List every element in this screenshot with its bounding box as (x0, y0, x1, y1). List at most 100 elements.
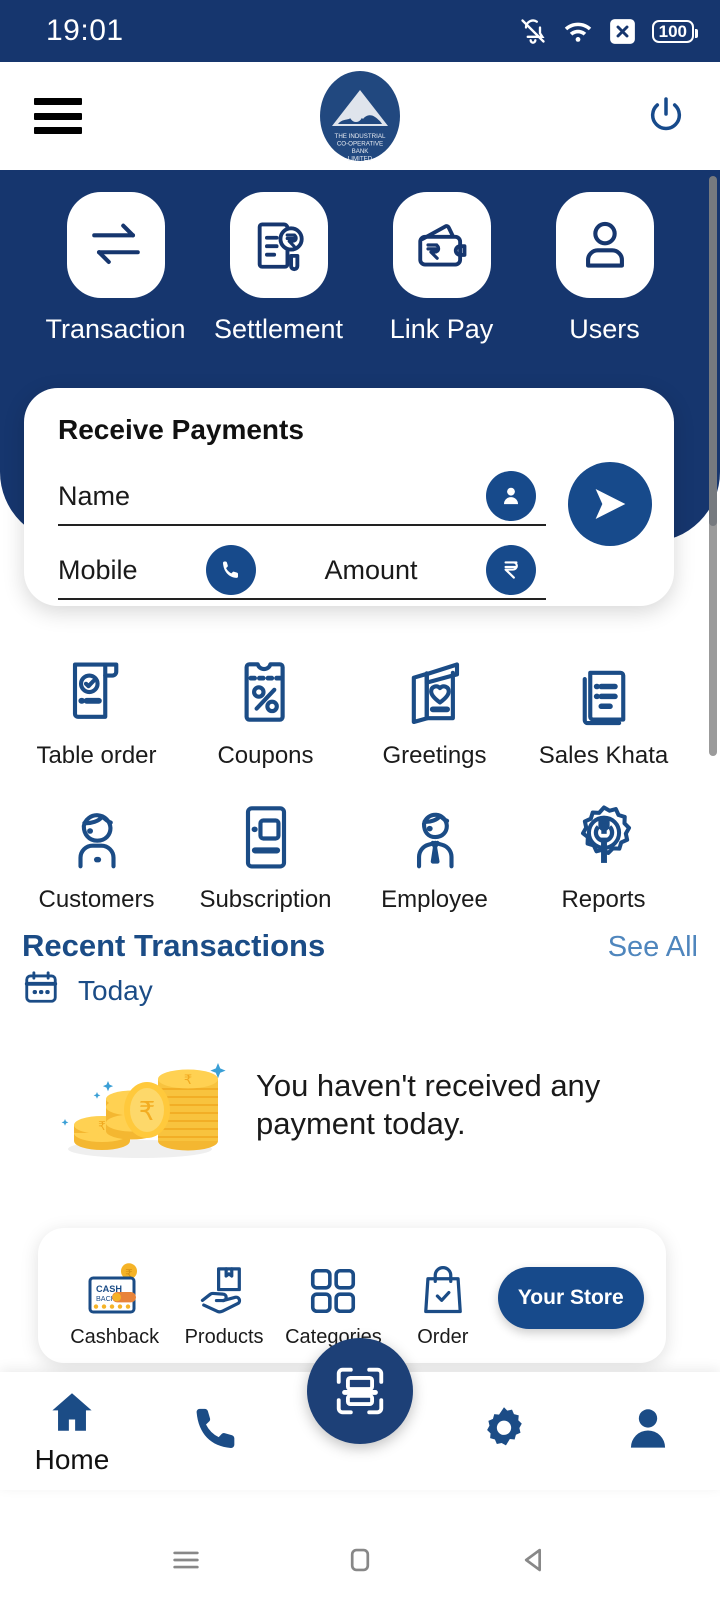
store-item-categories[interactable]: Categories (279, 1256, 388, 1349)
service-customers[interactable]: Customers (12, 792, 181, 914)
bottom-nav-call[interactable] (144, 1403, 288, 1460)
back-triangle-icon[interactable] (517, 1543, 551, 1577)
service-label: Coupons (217, 742, 314, 769)
power-icon[interactable] (646, 94, 686, 139)
services-grid: Table order Coupons Greetings Sales Khat… (0, 648, 700, 914)
service-label: Subscription (199, 886, 332, 913)
receive-payments-card: Receive Payments Name Mobile Amount (24, 388, 674, 606)
logo-line-4: LIMITED (348, 156, 373, 163)
name-input[interactable]: Name (58, 481, 130, 512)
transactions-date-label: Today (78, 974, 153, 1006)
service-greetings[interactable]: Greetings (350, 648, 519, 770)
bell-muted-icon (519, 17, 547, 45)
quick-action-label: Link Pay (389, 314, 494, 344)
quick-action-link-pay[interactable]: Link Pay (378, 192, 506, 345)
logo-line-3: BANK (352, 148, 370, 155)
coin-stacks-illustration: ₹ ₹ ₹ (40, 1045, 240, 1165)
mobile-amount-field[interactable]: Mobile Amount (58, 542, 546, 600)
recent-transactions-title: Recent Transactions (22, 928, 326, 963)
empty-message: You haven't received any payment today. (256, 1068, 601, 1141)
bottom-nav-settings[interactable] (432, 1402, 576, 1461)
bottom-nav-home[interactable]: Home (0, 1387, 144, 1476)
customer-person-icon (64, 792, 130, 880)
see-all-link[interactable]: See All (608, 931, 698, 964)
name-row: Name (58, 468, 642, 526)
store-item-label: Order (417, 1326, 469, 1348)
your-store-button[interactable]: Your Store (497, 1266, 644, 1329)
status-icons: 100 (519, 17, 699, 45)
transactions-date-row: Today (22, 968, 153, 1013)
bottom-nav-profile[interactable] (576, 1403, 720, 1460)
quick-action-label: Transaction (45, 314, 186, 344)
send-arrow-icon[interactable] (568, 462, 652, 546)
gear-wrench-icon (569, 792, 639, 880)
service-reports[interactable]: Reports (519, 792, 688, 914)
system-navigation-bar (0, 1508, 720, 1612)
shopping-bag-check-icon (417, 1256, 469, 1318)
store-item-products[interactable]: Products (169, 1256, 278, 1349)
battery-level: 100 (658, 21, 687, 41)
wifi-icon (563, 19, 593, 43)
receipt-check-icon (64, 648, 130, 736)
quick-action-label: Users (569, 314, 640, 344)
app-screen: 19:01 100 THE INDUSTRIAL CO-OPERATIVE BA… (0, 0, 720, 1612)
bottom-nav-label: Home (34, 1443, 110, 1475)
battery-icon: 100 (651, 19, 699, 43)
empty-transactions-state: ₹ ₹ ₹ You haven't received any payment t… (0, 1045, 720, 1165)
svg-text:₹: ₹ (139, 1096, 156, 1126)
grid-squares-icon (306, 1256, 360, 1318)
amount-input[interactable]: Amount (324, 555, 417, 586)
user-icon (555, 192, 654, 298)
mobile-input[interactable]: Mobile (58, 555, 138, 586)
home-square-icon[interactable] (343, 1543, 377, 1577)
store-item-cashback[interactable]: ₹ CASH BACK Cashback (60, 1256, 169, 1349)
ledger-pages-icon (571, 648, 637, 736)
status-time: 19:01 (46, 14, 124, 47)
wallet-rupee-icon (392, 192, 491, 298)
service-label: Employee (381, 886, 488, 913)
quick-actions: Transaction Settlement Link Pay Users (0, 192, 720, 345)
scrollbar-thumb[interactable] (709, 176, 717, 756)
recent-transactions-header: Recent Transactions See All (22, 928, 698, 964)
bank-logo: THE INDUSTRIAL CO-OPERATIVE BANK LIMITED (318, 68, 402, 164)
subscription-card-icon (236, 792, 296, 880)
service-label: Greetings (382, 742, 487, 769)
service-subscription[interactable]: Subscription (181, 792, 350, 914)
hand-box-icon (196, 1256, 252, 1318)
service-coupons[interactable]: Coupons (181, 648, 350, 770)
phone-icon[interactable] (206, 545, 256, 595)
status-bar: 19:01 100 (0, 0, 720, 62)
person-icon[interactable] (486, 471, 536, 521)
gear-icon (478, 1402, 530, 1459)
transfer-arrows-icon (66, 192, 165, 298)
close-badge-icon (609, 18, 636, 45)
calendar-icon (22, 968, 60, 1013)
greeting-card-heart-icon (402, 648, 468, 736)
quick-action-settlement[interactable]: Settlement (213, 192, 344, 345)
quick-action-users[interactable]: Users (541, 192, 669, 345)
quick-action-transaction[interactable]: Transaction (45, 192, 186, 345)
scan-qr-icon[interactable] (307, 1338, 413, 1444)
receive-payments-title: Receive Payments (58, 414, 304, 445)
app-header: THE INDUSTRIAL CO-OPERATIVE BANK LIMITED (0, 62, 720, 170)
service-label: Sales Khata (538, 742, 669, 769)
invoice-rupee-icon (229, 192, 328, 298)
rupee-icon[interactable] (485, 545, 536, 595)
svg-text:₹: ₹ (98, 1119, 106, 1133)
hamburger-icon[interactable] (34, 98, 82, 134)
cashback-card-icon: ₹ CASH BACK (84, 1256, 146, 1318)
phone-icon (191, 1403, 241, 1458)
recents-icon[interactable] (169, 1543, 203, 1577)
mobile-amount-row: Mobile Amount (58, 542, 642, 600)
quick-action-label: Settlement (213, 314, 344, 344)
service-sales-khata[interactable]: Sales Khata (519, 648, 688, 770)
logo-line-1: THE INDUSTRIAL (335, 133, 386, 140)
home-icon (46, 1387, 98, 1442)
coupon-percent-icon (236, 648, 296, 736)
store-item-label: Products (184, 1326, 264, 1348)
service-table-order[interactable]: Table order (12, 648, 181, 770)
service-employee[interactable]: Employee (350, 792, 519, 914)
store-item-order[interactable]: Order (388, 1256, 497, 1349)
service-label: Table order (36, 742, 157, 769)
name-field[interactable]: Name (58, 468, 546, 526)
